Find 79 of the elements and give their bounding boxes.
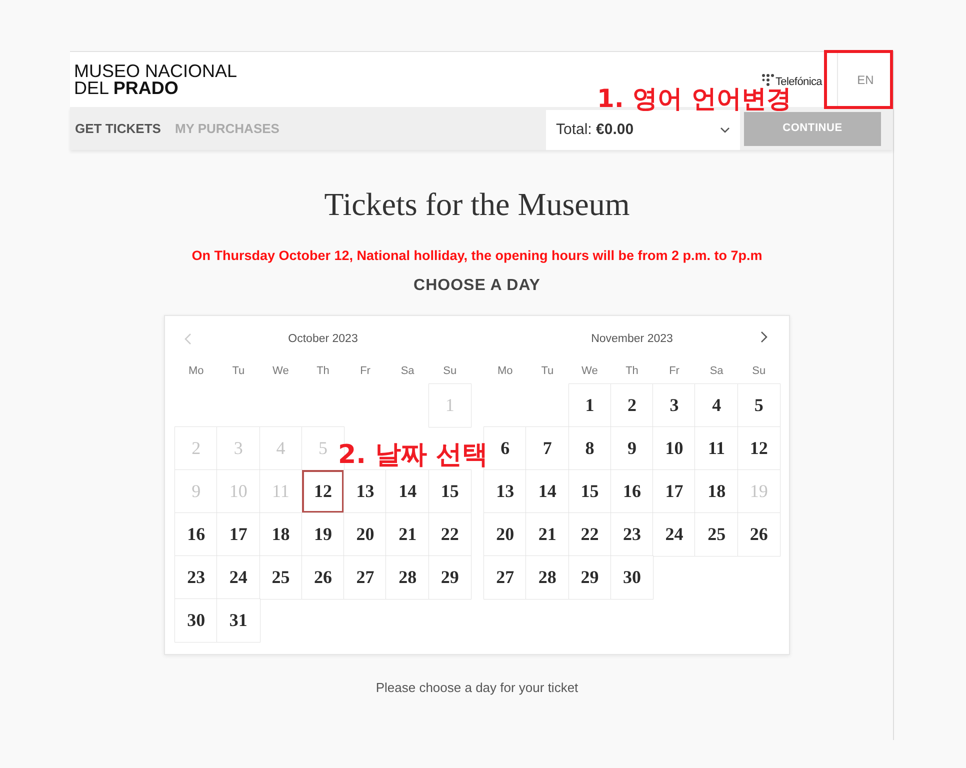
day-button[interactable]: 23 — [610, 513, 654, 556]
weekday-label: Fr — [359, 364, 372, 379]
day-button[interactable]: 26 — [302, 556, 344, 599]
day-button[interactable]: 17 — [217, 513, 260, 556]
day-button[interactable]: 1 — [568, 384, 611, 427]
day-button[interactable]: 28 — [386, 556, 429, 599]
day-button[interactable]: 28 — [526, 556, 569, 599]
day-button[interactable]: 22 — [428, 513, 471, 556]
day-button[interactable]: 21 — [526, 513, 569, 556]
day-button[interactable]: 24 — [653, 513, 696, 556]
day-button[interactable]: 13 — [344, 470, 386, 513]
day-button[interactable]: 12 — [738, 427, 780, 470]
day-button[interactable]: 18 — [260, 513, 302, 556]
month-title: October 2023 — [288, 332, 358, 348]
day-button[interactable]: 9 — [610, 427, 654, 470]
day-button[interactable]: 20 — [344, 513, 386, 556]
day-button[interactable]: 27 — [484, 556, 526, 599]
weekday-label: Mo — [188, 364, 205, 379]
weekday-label: Tu — [540, 364, 555, 379]
annotation-label: 1. 영어 언어변경 — [597, 86, 792, 111]
chevron-down-icon — [720, 127, 730, 133]
day-button[interactable]: 25 — [260, 556, 302, 599]
day-button[interactable]: 13 — [484, 470, 526, 513]
day-button[interactable]: 29 — [428, 556, 471, 599]
day-button[interactable]: 15 — [568, 470, 611, 513]
month-title: November 2023 — [591, 332, 673, 348]
weekday-label: Mo — [496, 364, 514, 379]
dot-grid-icon — [762, 74, 774, 86]
day-button[interactable]: 17 — [653, 470, 696, 513]
day-button[interactable]: 24 — [217, 556, 260, 599]
chevron-right-icon — [760, 331, 768, 343]
weekday-label: Tu — [231, 364, 246, 379]
nav-tab[interactable]: GET TICKETS — [75, 118, 161, 138]
day-button[interactable]: 4 — [695, 384, 738, 427]
weekday-label: We — [580, 364, 599, 379]
day-button[interactable]: 18 — [695, 470, 738, 513]
day-button[interactable]: 12 — [302, 470, 344, 513]
day-button[interactable]: 16 — [175, 513, 218, 556]
day-button[interactable]: 22 — [568, 513, 611, 556]
day-button[interactable]: 6 — [484, 427, 526, 470]
weekday-label: Fr — [668, 364, 680, 379]
weekday-label: We — [272, 364, 290, 379]
weekday-label: Th — [624, 364, 640, 379]
weekday-label: Th — [316, 364, 330, 379]
day-button[interactable]: 21 — [386, 513, 429, 556]
day-button[interactable]: 30 — [610, 556, 654, 599]
holiday-notice: On Thursday October 12, National holliday, the opening hours will be from 2 p.m. to 7p.m — [192, 248, 762, 264]
day-button[interactable]: 25 — [695, 513, 738, 556]
day-button[interactable]: 31 — [217, 599, 260, 642]
day-button[interactable]: 2 — [610, 384, 654, 427]
day-button[interactable]: 20 — [484, 513, 526, 556]
total-dropdown[interactable]: Total: €0.00 — [546, 110, 740, 150]
day-button[interactable]: 8 — [568, 427, 611, 470]
weekday-label: Su — [751, 364, 767, 379]
day-button[interactable]: 3 — [653, 384, 696, 427]
next-month-button[interactable] — [760, 331, 768, 343]
day-button[interactable]: 16 — [610, 470, 654, 513]
weekday-label: Su — [442, 364, 458, 379]
page-title: Tickets for the Museum — [324, 185, 630, 224]
day-button[interactable]: 29 — [568, 556, 611, 599]
weekday-label: Sa — [400, 364, 416, 379]
day-button[interactable]: 5 — [738, 384, 780, 427]
hint-text: Please choose a day for your ticket — [376, 680, 578, 696]
weekday-label: Sa — [708, 364, 724, 379]
day-button[interactable]: 26 — [738, 513, 780, 556]
day-button[interactable]: 23 — [175, 556, 218, 599]
day-button[interactable]: 30 — [175, 599, 218, 642]
day-button[interactable]: 14 — [526, 470, 569, 513]
day-button[interactable]: 15 — [428, 470, 471, 513]
day-button[interactable]: 14 — [386, 470, 429, 513]
day-button[interactable]: 11 — [695, 427, 738, 470]
chevron-left-icon — [184, 333, 192, 345]
museum-logo[interactable]: MUSEO NACIONAL DEL PRADO — [74, 62, 238, 96]
day-button[interactable]: 19 — [302, 513, 344, 556]
sponsor-name: Telefónica — [775, 77, 822, 88]
section-heading: CHOOSE A DAY — [414, 278, 540, 294]
day-button[interactable]: 7 — [526, 427, 569, 470]
day-button[interactable]: 27 — [344, 556, 386, 599]
day-button[interactable]: 10 — [653, 427, 696, 470]
